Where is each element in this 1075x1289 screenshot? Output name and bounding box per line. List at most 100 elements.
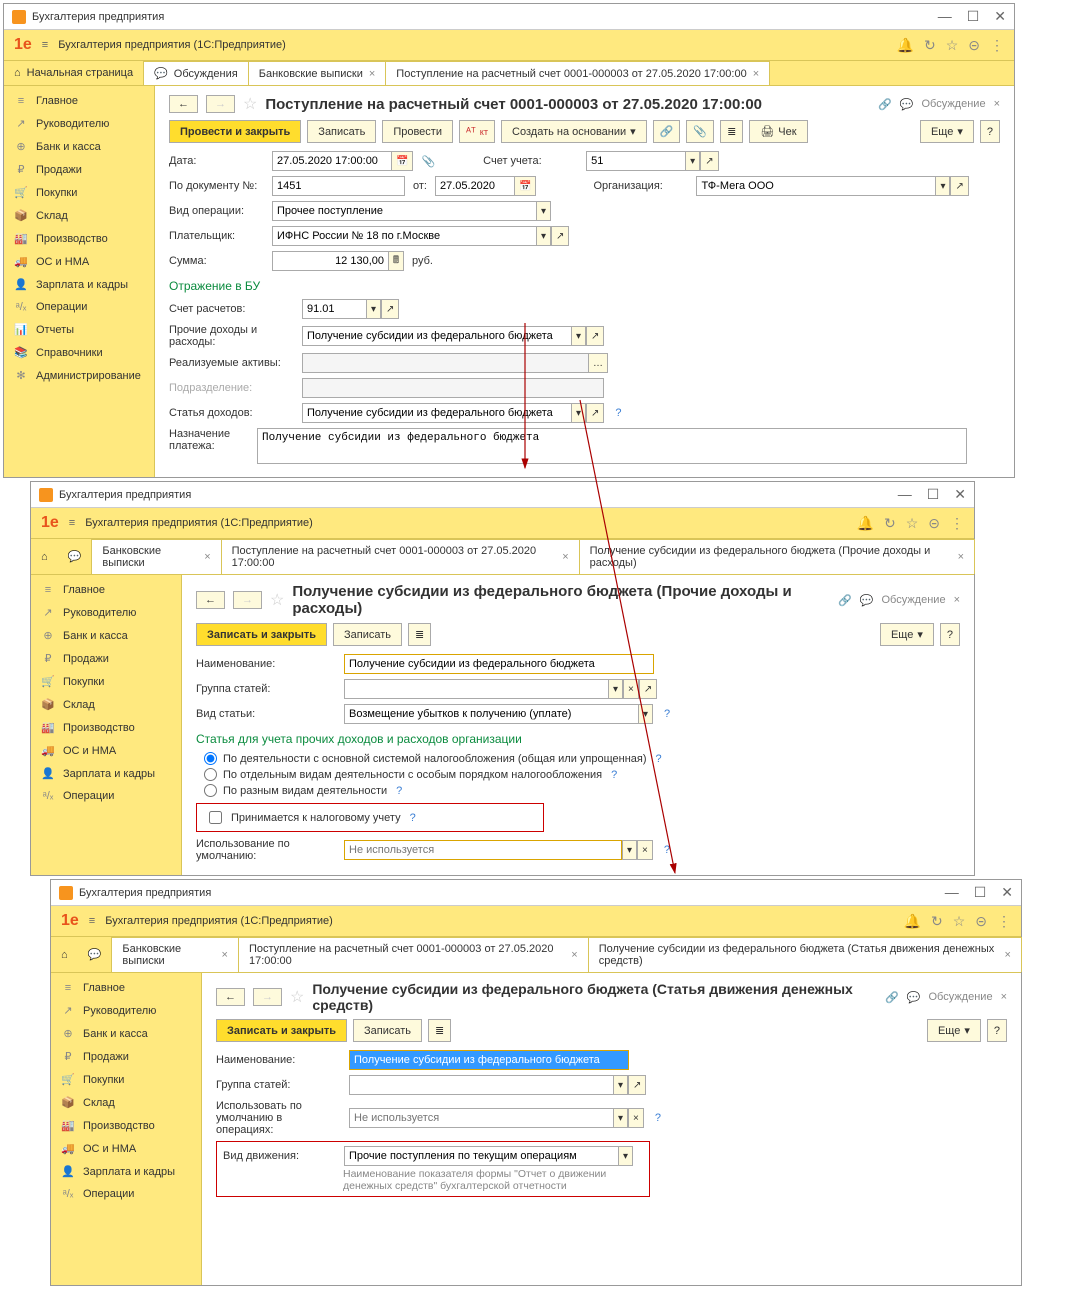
sidebar-item[interactable]: 👤Зарплата и кадры: [51, 1160, 201, 1183]
dt-kt-icon[interactable]: ᴬᵀкт: [459, 120, 495, 143]
settings-icon[interactable]: ⊝: [975, 913, 987, 930]
close-icon[interactable]: ×: [954, 594, 960, 606]
sidebar-item[interactable]: 🚚ОС и НМА: [31, 739, 181, 762]
sidebar-item[interactable]: ᵃ/ₓОперации: [31, 785, 181, 807]
save-close-button[interactable]: Записать и закрыть: [196, 623, 327, 646]
name-input[interactable]: Получение субсидии из федерального бюдже…: [350, 1051, 628, 1069]
star-icon[interactable]: ☆: [906, 515, 919, 532]
bell-icon[interactable]: 🔔: [897, 37, 914, 54]
more-button[interactable]: Еще ▾: [920, 120, 974, 143]
radio-various[interactable]: [204, 784, 217, 797]
nav-fwd-icon[interactable]: →: [233, 591, 262, 609]
asset-input[interactable]: [302, 353, 588, 373]
sum-input[interactable]: [272, 251, 388, 271]
dropdown-icon[interactable]: ▾: [571, 403, 586, 423]
dropdown-icon[interactable]: ▾: [366, 299, 381, 319]
more-button[interactable]: Еще ▾: [880, 623, 934, 646]
close-icon[interactable]: ×: [994, 98, 1000, 110]
tab-bank[interactable]: Банковские выписки×: [91, 539, 221, 574]
calc-icon[interactable]: 🖩: [388, 251, 404, 271]
dots-icon[interactable]: …: [588, 353, 608, 373]
sidebar-item[interactable]: 🚚ОС и НМА: [4, 250, 154, 273]
help-button[interactable]: ?: [940, 623, 960, 646]
list-icon[interactable]: ≣: [408, 623, 431, 646]
docnum-input[interactable]: [272, 176, 405, 196]
sidebar-item[interactable]: ⊕Банк и касса: [4, 135, 154, 158]
menu-icon[interactable]: ≡: [42, 39, 48, 51]
help-icon[interactable]: ?: [664, 844, 670, 856]
nav-fwd-icon[interactable]: →: [253, 988, 282, 1006]
minimize-icon[interactable]: —: [938, 8, 952, 25]
radio-special[interactable]: [204, 768, 217, 781]
tab-receipt[interactable]: Поступление на расчетный счет 0001-00000…: [385, 61, 770, 85]
close-tab-icon[interactable]: ×: [369, 68, 375, 80]
docdate-input[interactable]: [435, 176, 514, 196]
history-icon[interactable]: ↻: [884, 515, 896, 532]
sidebar-item[interactable]: 👤Зарплата и кадры: [4, 273, 154, 296]
sidebar-item[interactable]: 📦Склад: [31, 693, 181, 716]
minimize-icon[interactable]: —: [945, 884, 959, 901]
dropdown-icon[interactable]: ▾: [536, 201, 551, 221]
sidebar-item[interactable]: ≡Главное: [4, 90, 154, 112]
sidebar-item[interactable]: 📚Справочники: [4, 341, 154, 364]
help-icon[interactable]: ?: [410, 812, 416, 824]
type-input[interactable]: [344, 704, 638, 724]
open-icon[interactable]: ↗: [551, 226, 569, 246]
tab-discuss[interactable]: 💬: [58, 539, 93, 574]
sidebar-item[interactable]: ↗Руководителю: [31, 601, 181, 624]
sidebar-item[interactable]: ≡Главное: [31, 579, 181, 601]
sidebar-item[interactable]: ✻Администрирование: [4, 364, 154, 387]
date-input[interactable]: [272, 151, 391, 171]
help-icon[interactable]: ?: [615, 407, 621, 419]
accset-input[interactable]: [302, 299, 366, 319]
discuss-icon[interactable]: 💬: [860, 594, 874, 607]
tab-home[interactable]: ⌂ Начальная страница: [4, 61, 144, 85]
purpose-input[interactable]: Получение субсидии из федерального бюдже…: [257, 428, 967, 464]
default-input[interactable]: [344, 840, 622, 860]
tab-home[interactable]: ⌂: [31, 539, 59, 574]
history-icon[interactable]: ↻: [931, 913, 943, 930]
sidebar-item[interactable]: ↗Руководителю: [51, 999, 201, 1022]
save-button[interactable]: Записать: [307, 120, 376, 143]
history-icon[interactable]: ↻: [924, 37, 936, 54]
maximize-icon[interactable]: ☐: [967, 8, 980, 25]
account-input[interactable]: [586, 151, 685, 171]
tax-checkbox[interactable]: [209, 811, 222, 824]
close-icon[interactable]: ✕: [954, 486, 966, 503]
sidebar-item[interactable]: ⊕Банк и касса: [31, 624, 181, 647]
create-based-button[interactable]: Создать на основании ▾: [501, 120, 647, 143]
sidebar-item[interactable]: 🛒Покупки: [31, 670, 181, 693]
attach-icon[interactable]: 📎: [686, 120, 714, 143]
type-input[interactable]: [272, 201, 536, 221]
more-icon[interactable]: ⋮: [997, 913, 1011, 930]
sidebar-item[interactable]: 🛒Покупки: [51, 1068, 201, 1091]
open-icon[interactable]: ↗: [950, 176, 968, 196]
maximize-icon[interactable]: ☐: [927, 486, 940, 503]
help-icon[interactable]: ?: [664, 708, 670, 720]
move-input[interactable]: [344, 1146, 618, 1166]
sidebar-item[interactable]: ⊕Банк и касса: [51, 1022, 201, 1045]
dropdown-icon[interactable]: ▾: [935, 176, 950, 196]
close-tab-icon[interactable]: ×: [753, 68, 759, 80]
dropdown-icon[interactable]: ▾: [536, 226, 551, 246]
discuss-label[interactable]: Обсуждение: [881, 594, 945, 606]
discuss-label[interactable]: Обсуждение: [921, 98, 985, 110]
payer-input[interactable]: [272, 226, 536, 246]
dropdown-icon[interactable]: ▾: [685, 151, 700, 171]
dropdown-icon[interactable]: ▾: [571, 326, 586, 346]
cheque-button[interactable]: 🖨 Чек: [749, 120, 807, 143]
sidebar-item[interactable]: 🏭Производство: [31, 716, 181, 739]
sidebar-item[interactable]: 🚚ОС и НМА: [51, 1137, 201, 1160]
org-input[interactable]: [696, 176, 935, 196]
name-input[interactable]: [344, 654, 654, 674]
star-icon[interactable]: ☆: [946, 37, 959, 54]
sidebar-item[interactable]: 🏭Производство: [4, 227, 154, 250]
help-button[interactable]: ?: [980, 120, 1000, 143]
radio-main[interactable]: [204, 752, 217, 765]
income-input[interactable]: [302, 403, 571, 423]
more-icon[interactable]: ⋮: [950, 515, 964, 532]
sidebar-item[interactable]: ᵃ/ₓОперации: [4, 296, 154, 318]
open-icon[interactable]: ↗: [586, 403, 604, 423]
open-icon[interactable]: ↗: [381, 299, 399, 319]
sidebar-item[interactable]: ₽Продажи: [51, 1045, 201, 1068]
